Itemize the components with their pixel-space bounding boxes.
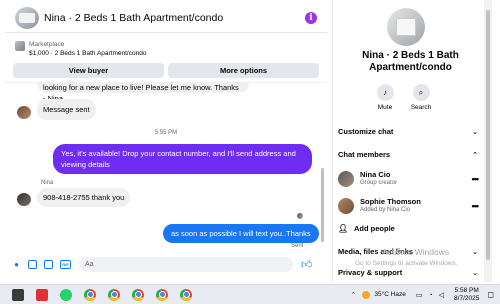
weather-widget[interactable]: 35°C Haze <box>362 290 406 299</box>
more-options-icon[interactable]: ••• <box>472 201 480 211</box>
message-bubble-incoming: 908-418-2755 thank you <box>37 188 131 207</box>
group-avatar <box>387 8 425 46</box>
chrome-icon[interactable] <box>132 288 144 301</box>
message-bubble-incoming: Message sent <box>37 99 96 120</box>
system-tray-icons[interactable]: ▭ ◔ ◁ <box>416 291 446 299</box>
message-input[interactable]: Aa <box>79 256 293 272</box>
message-list[interactable]: looking for a new place to live! Please … <box>5 82 327 250</box>
chevron-down-icon: ⌄ <box>472 269 478 277</box>
taskbar-app-icon[interactable] <box>12 288 24 301</box>
member-avatar <box>338 170 354 187</box>
add-people-button[interactable]: 👤︎ Add people <box>338 224 395 233</box>
more-options-icon[interactable]: ••• <box>472 174 480 184</box>
search-label: Search <box>410 104 432 111</box>
chevron-up-icon: ⌃ <box>472 151 478 159</box>
sent-status: Sent <box>291 243 304 249</box>
privacy-support-row[interactable]: Privacy & support ⌄ <box>338 268 478 277</box>
view-buyer-button[interactable]: View buyer <box>13 63 164 78</box>
seen-indicator-avatar <box>297 213 303 219</box>
clock[interactable]: 5:58 PM 8/7/2025 <box>454 287 479 303</box>
message-bubble-incoming: looking for a new place to live! Please … <box>37 83 249 103</box>
chrome-icon[interactable] <box>156 288 168 301</box>
details-pane: Nina · 2 Beds 1 Bath Apartment/condo ♪ M… <box>332 0 487 282</box>
details-title: Nina · 2 Beds 1 Bath Apartment/condo <box>362 50 459 73</box>
member-item[interactable]: Nina Cio Group creator ••• <box>338 170 480 187</box>
details-scrollbar-thumb[interactable] <box>486 10 490 260</box>
gif-icon[interactable]: GIF <box>60 259 71 269</box>
chrome-icon[interactable] <box>108 288 120 301</box>
customize-chat-row[interactable]: Customize chat ⌄ <box>338 127 478 136</box>
chat-title[interactable]: Nina · 2 Beds 1 Bath Apartment/condo <box>44 12 305 24</box>
message-bubble-outgoing: Yes, it's available! Drop your contact n… <box>53 144 312 174</box>
message-bubble-outgoing: as soon as possible I will text you..Tha… <box>163 224 319 243</box>
activate-windows-watermark: Activate Windows Go to Settings to activ… <box>355 247 458 267</box>
microphone-icon[interactable]: ● <box>12 260 21 269</box>
sticker-icon[interactable] <box>44 259 53 269</box>
listing-detail: $1,000 · 2 Beds 1 Bath Apartment/condo <box>29 50 147 57</box>
chat-avatar[interactable] <box>15 6 39 29</box>
chrome-icon[interactable] <box>180 288 192 301</box>
marketplace-listing[interactable]: Marketplace $1,000 · 2 Beds 1 Bath Apart… <box>5 36 327 63</box>
sender-name: Nina <box>41 180 54 186</box>
bell-icon: ♪ <box>376 84 394 101</box>
photo-icon[interactable] <box>28 259 37 269</box>
sender-avatar <box>17 193 31 206</box>
chat-scrollbar[interactable] <box>321 168 324 242</box>
chevron-down-icon: ⌄ <box>472 248 478 256</box>
listing-label: Marketplace <box>29 41 65 48</box>
taskbar-app-icon[interactable] <box>36 288 48 301</box>
sender-avatar <box>17 106 31 119</box>
sun-icon <box>362 290 371 299</box>
timestamp-separator: 5:55 PM <box>154 130 178 136</box>
chat-header: Nina · 2 Beds 1 Bath Apartment/condo i <box>5 3 327 33</box>
thumbs-up-icon[interactable]: 👍︎ <box>301 258 313 271</box>
member-item[interactable]: Sophie Thomson Added by Nina Cio ••• <box>338 197 480 214</box>
more-options-button[interactable]: More options <box>168 63 319 78</box>
chrome-icon[interactable] <box>84 288 96 301</box>
search-action[interactable]: ⌕ Search <box>401 84 441 111</box>
mute-label: Mute <box>377 104 393 111</box>
chat-pane: Nina · 2 Beds 1 Bath Apartment/condo i M… <box>5 3 327 282</box>
chevron-down-icon: ⌄ <box>472 128 478 136</box>
member-avatar <box>338 197 354 214</box>
composer: ● GIF Aa 👍︎ <box>5 253 327 275</box>
listing-thumbnail <box>15 41 25 51</box>
search-icon: ⌕ <box>412 84 430 101</box>
taskbar: ⌃ 35°C Haze ▭ ◔ ◁ 5:58 PM 8/7/2025 ◻ <box>0 284 500 304</box>
tray-arrow-icon[interactable]: ⌃ <box>351 291 357 299</box>
add-person-icon: 👤︎ <box>338 224 349 233</box>
info-icon[interactable]: i <box>305 11 317 24</box>
whatsapp-icon[interactable] <box>60 288 72 301</box>
mute-action[interactable]: ♪ Mute <box>365 84 405 111</box>
listing-actions: View buyer More options <box>13 63 319 78</box>
notifications-icon[interactable]: ◻ <box>487 290 494 299</box>
chat-members-row[interactable]: Chat members ⌃ <box>338 150 478 159</box>
